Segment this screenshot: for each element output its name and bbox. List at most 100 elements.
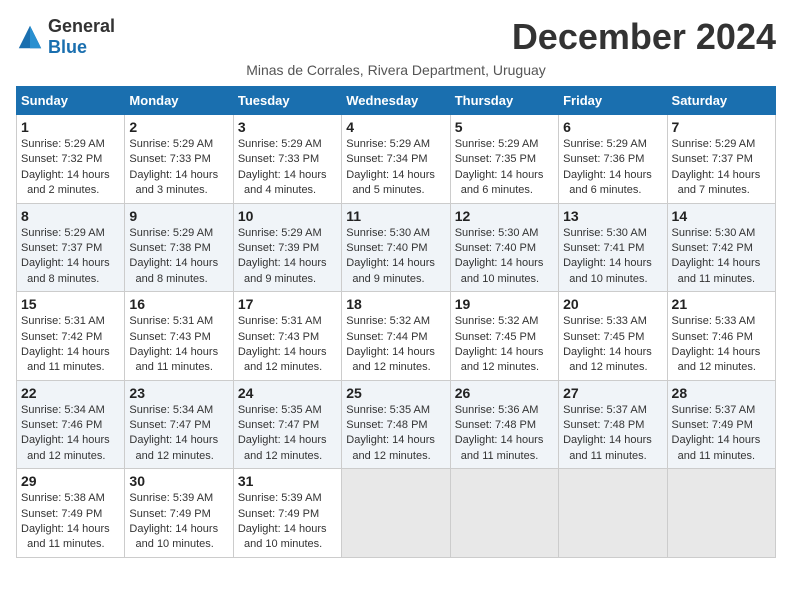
day-number: 21 — [672, 296, 771, 312]
calendar-cell: 6 Sunrise: 5:29 AMSunset: 7:36 PMDaylight… — [559, 115, 667, 204]
day-number: 4 — [346, 119, 445, 135]
day-number: 24 — [238, 385, 337, 401]
calendar-cell: 31Sunrise: 5:39 AMSunset: 7:49 PMDayligh… — [233, 469, 341, 558]
day-number: 13 — [563, 208, 662, 224]
calendar-cell: 10Sunrise: 5:29 AMSunset: 7:39 PMDayligh… — [233, 203, 341, 292]
cell-content: Sunrise: 5:29 AMSunset: 7:34 PMDaylight:… — [346, 137, 445, 199]
day-number: 6 — [563, 119, 662, 135]
month-title: December 2024 — [512, 16, 776, 58]
calendar-cell: 23 Sunrise: 5:34 AMSunset: 7:47 PMDayligh… — [125, 380, 233, 469]
day-number: 26 — [455, 385, 554, 401]
cell-content: Sunrise: 5:33 AMSunset: 7:45 PMDaylight:… — [563, 314, 662, 376]
cell-content: Sunrise: 5:31 AMSunset: 7:43 PMDaylight:… — [129, 314, 228, 376]
cell-content: Sunrise: 5:35 AMSunset: 7:47 PMDaylight:… — [238, 403, 337, 465]
calendar-cell: 17 Sunrise: 5:31 AMSunset: 7:43 PMDayligh… — [233, 292, 341, 381]
day-number: 29 — [21, 473, 120, 489]
calendar-cell: 8 Sunrise: 5:29 AMSunset: 7:37 PMDaylight… — [17, 203, 125, 292]
calendar-cell: 13 Sunrise: 5:30 AMSunset: 7:41 PMDayligh… — [559, 203, 667, 292]
calendar-cell: 22 Sunrise: 5:34 AMSunset: 7:46 PMDayligh… — [17, 380, 125, 469]
calendar-cell: 11 Sunrise: 5:30 AMSunset: 7:40 PMDayligh… — [342, 203, 450, 292]
weekday-header-row: SundayMondayTuesdayWednesdayThursdayFrid… — [17, 87, 776, 115]
calendar-cell — [342, 469, 450, 558]
weekday-header-sunday: Sunday — [17, 87, 125, 115]
cell-content: Sunrise: 5:37 AMSunset: 7:48 PMDaylight:… — [563, 403, 662, 465]
cell-content: Sunrise: 5:29 AMSunset: 7:33 PMDaylight:… — [129, 137, 228, 199]
day-number: 2 — [129, 119, 228, 135]
cell-content: Sunrise: 5:30 AMSunset: 7:41 PMDaylight:… — [563, 226, 662, 288]
calendar-cell: 20 Sunrise: 5:33 AMSunset: 7:45 PMDayligh… — [559, 292, 667, 381]
cell-content: Sunrise: 5:29 AMSunset: 7:38 PMDaylight:… — [129, 226, 228, 288]
calendar-cell: 21 Sunrise: 5:33 AMSunset: 7:46 PMDayligh… — [667, 292, 775, 381]
day-number: 22 — [21, 385, 120, 401]
cell-content: Sunrise: 5:37 AMSunset: 7:49 PMDaylight:… — [672, 403, 771, 465]
calendar-cell — [667, 469, 775, 558]
day-number: 30 — [129, 473, 228, 489]
cell-content: Sunrise: 5:34 AMSunset: 7:47 PMDaylight:… — [129, 403, 228, 465]
cell-content: Sunrise: 5:29 AMSunset: 7:32 PMDaylight:… — [21, 137, 120, 199]
cell-content: Sunrise: 5:30 AMSunset: 7:40 PMDaylight:… — [455, 226, 554, 288]
day-number: 8 — [21, 208, 120, 224]
calendar-cell: 12 Sunrise: 5:30 AMSunset: 7:40 PMDayligh… — [450, 203, 558, 292]
cell-content: Sunrise: 5:32 AMSunset: 7:45 PMDaylight:… — [455, 314, 554, 376]
calendar-cell: 16 Sunrise: 5:31 AMSunset: 7:43 PMDayligh… — [125, 292, 233, 381]
cell-content: Sunrise: 5:29 AMSunset: 7:37 PMDaylight:… — [21, 226, 120, 288]
week-row-5: 29Sunrise: 5:38 AMSunset: 7:49 PMDayligh… — [17, 469, 776, 558]
weekday-header-wednesday: Wednesday — [342, 87, 450, 115]
calendar-cell: 30 Sunrise: 5:39 AMSunset: 7:49 PMDayligh… — [125, 469, 233, 558]
day-number: 1 — [21, 119, 120, 135]
calendar-cell: 28 Sunrise: 5:37 AMSunset: 7:49 PMDayligh… — [667, 380, 775, 469]
calendar-cell: 19Sunrise: 5:32 AMSunset: 7:45 PMDayligh… — [450, 292, 558, 381]
day-number: 20 — [563, 296, 662, 312]
calendar-cell: 5Sunrise: 5:29 AMSunset: 7:35 PMDaylight… — [450, 115, 558, 204]
day-number: 10 — [238, 208, 337, 224]
day-number: 5 — [455, 119, 554, 135]
week-row-1: 1 Sunrise: 5:29 AMSunset: 7:32 PMDaylight… — [17, 115, 776, 204]
cell-content: Sunrise: 5:29 AMSunset: 7:36 PMDaylight:… — [563, 137, 662, 199]
day-number: 17 — [238, 296, 337, 312]
day-number: 14 — [672, 208, 771, 224]
day-number: 12 — [455, 208, 554, 224]
logo-blue: Blue — [48, 37, 87, 57]
logo-icon — [16, 23, 44, 51]
calendar-cell: 25 Sunrise: 5:35 AMSunset: 7:48 PMDayligh… — [342, 380, 450, 469]
day-number: 23 — [129, 385, 228, 401]
cell-content: Sunrise: 5:30 AMSunset: 7:40 PMDaylight:… — [346, 226, 445, 288]
week-row-3: 15Sunrise: 5:31 AMSunset: 7:42 PMDayligh… — [17, 292, 776, 381]
cell-content: Sunrise: 5:39 AMSunset: 7:49 PMDaylight:… — [238, 491, 337, 553]
day-number: 28 — [672, 385, 771, 401]
cell-content: Sunrise: 5:34 AMSunset: 7:46 PMDaylight:… — [21, 403, 120, 465]
weekday-header-saturday: Saturday — [667, 87, 775, 115]
calendar-cell — [450, 469, 558, 558]
calendar-cell: 2 Sunrise: 5:29 AMSunset: 7:33 PMDaylight… — [125, 115, 233, 204]
week-row-4: 22 Sunrise: 5:34 AMSunset: 7:46 PMDayligh… — [17, 380, 776, 469]
calendar-cell: 15Sunrise: 5:31 AMSunset: 7:42 PMDayligh… — [17, 292, 125, 381]
weekday-header-tuesday: Tuesday — [233, 87, 341, 115]
cell-content: Sunrise: 5:29 AMSunset: 7:33 PMDaylight:… — [238, 137, 337, 199]
cell-content: Sunrise: 5:33 AMSunset: 7:46 PMDaylight:… — [672, 314, 771, 376]
calendar-cell: 29Sunrise: 5:38 AMSunset: 7:49 PMDayligh… — [17, 469, 125, 558]
calendar-cell: 27Sunrise: 5:37 AMSunset: 7:48 PMDayligh… — [559, 380, 667, 469]
weekday-header-thursday: Thursday — [450, 87, 558, 115]
cell-content: Sunrise: 5:29 AMSunset: 7:37 PMDaylight:… — [672, 137, 771, 199]
calendar-cell: 24 Sunrise: 5:35 AMSunset: 7:47 PMDayligh… — [233, 380, 341, 469]
title-area: December 2024 — [512, 16, 776, 58]
day-number: 11 — [346, 208, 445, 224]
calendar-cell: 26 Sunrise: 5:36 AMSunset: 7:48 PMDayligh… — [450, 380, 558, 469]
day-number: 18 — [346, 296, 445, 312]
cell-content: Sunrise: 5:35 AMSunset: 7:48 PMDaylight:… — [346, 403, 445, 465]
day-number: 7 — [672, 119, 771, 135]
cell-content: Sunrise: 5:36 AMSunset: 7:48 PMDaylight:… — [455, 403, 554, 465]
day-number: 15 — [21, 296, 120, 312]
calendar-cell: 14Sunrise: 5:30 AMSunset: 7:42 PMDayligh… — [667, 203, 775, 292]
cell-content: Sunrise: 5:39 AMSunset: 7:49 PMDaylight:… — [129, 491, 228, 553]
day-number: 16 — [129, 296, 228, 312]
calendar-table: SundayMondayTuesdayWednesdayThursdayFrid… — [16, 86, 776, 558]
calendar-cell: 3Sunrise: 5:29 AMSunset: 7:33 PMDaylight… — [233, 115, 341, 204]
day-number: 9 — [129, 208, 228, 224]
calendar-cell — [559, 469, 667, 558]
logo: General Blue — [16, 16, 115, 58]
calendar-cell: 7 Sunrise: 5:29 AMSunset: 7:37 PMDaylight… — [667, 115, 775, 204]
subtitle: Minas de Corrales, Rivera Department, Ur… — [16, 62, 776, 78]
day-number: 25 — [346, 385, 445, 401]
cell-content: Sunrise: 5:31 AMSunset: 7:43 PMDaylight:… — [238, 314, 337, 376]
